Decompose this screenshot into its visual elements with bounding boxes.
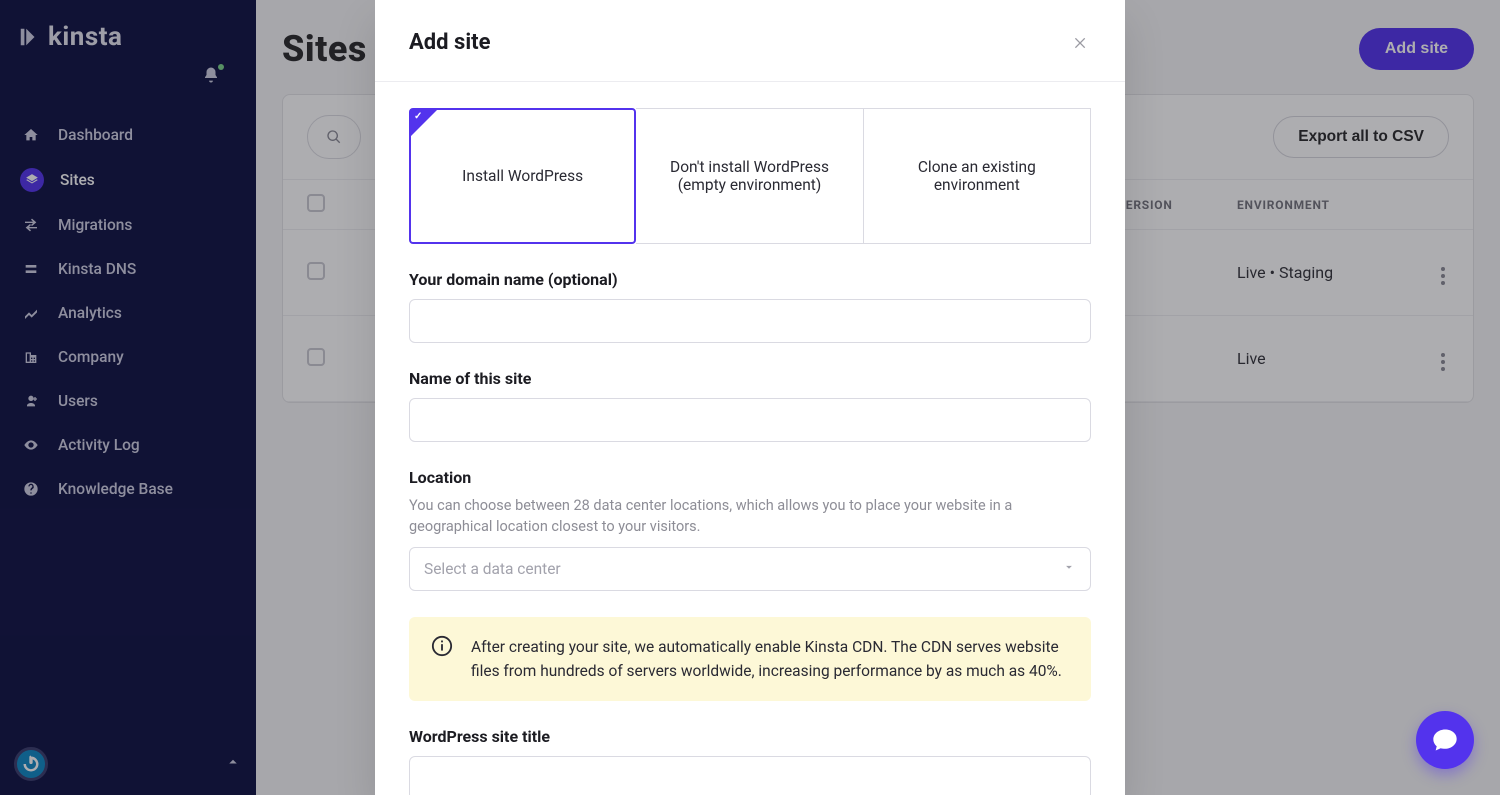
add-site-modal: Add site Install WordPress Don't install… [375,0,1125,795]
field-location: Location You can choose between 28 data … [409,468,1091,591]
type-card-clone-environment[interactable]: Clone an existing environment [864,108,1091,244]
modal-header: Add site [375,0,1125,82]
modal-close-button[interactable] [1071,33,1091,53]
modal-title: Add site [409,30,490,55]
chevron-down-icon [1062,560,1076,578]
field-site-name: Name of this site [409,369,1091,442]
close-icon [1073,35,1089,51]
type-card-label: Don't install WordPress (empty environme… [654,158,844,194]
site-name-input[interactable] [409,398,1091,442]
field-label: WordPress site title [409,727,1091,746]
type-card-install-wordpress[interactable]: Install WordPress [409,108,636,244]
field-label: Name of this site [409,369,1091,388]
selected-indicator-icon [411,110,437,136]
domain-input[interactable] [409,299,1091,343]
cdn-info-banner: After creating your site, we automatical… [409,617,1091,701]
site-type-selector: Install WordPress Don't install WordPres… [409,108,1091,244]
select-placeholder: Select a data center [424,560,561,578]
chat-fab[interactable] [1416,711,1474,769]
type-card-label: Clone an existing environment [882,158,1072,194]
modal-body: Install WordPress Don't install WordPres… [375,82,1125,795]
field-wp-title: WordPress site title [409,727,1091,795]
field-domain: Your domain name (optional) [409,270,1091,343]
field-label: Your domain name (optional) [409,270,1091,289]
field-help: You can choose between 28 data center lo… [409,495,1091,537]
field-label: Location [409,468,1091,487]
type-card-label: Install WordPress [462,167,583,185]
info-text: After creating your site, we automatical… [471,635,1069,683]
type-card-empty-environment[interactable]: Don't install WordPress (empty environme… [636,108,863,244]
chat-icon [1431,726,1459,754]
location-select[interactable]: Select a data center [409,547,1091,591]
info-icon [431,635,453,657]
wp-title-input[interactable] [409,756,1091,795]
